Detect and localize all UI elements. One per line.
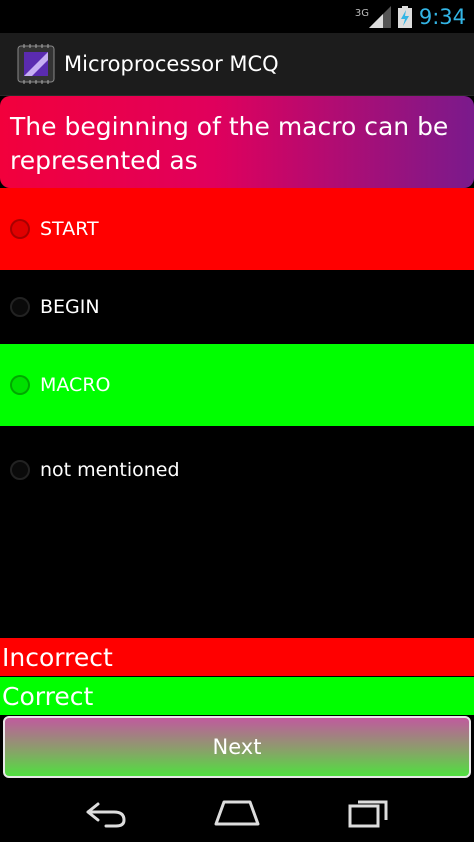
status-bar: 3G 9:34: [0, 0, 474, 33]
radio-button[interactable]: [10, 297, 30, 317]
question-text: The beginning of the macro can be repres…: [0, 96, 474, 188]
clock-time: 9:34: [418, 5, 466, 29]
action-bar: Microprocessor MCQ: [0, 33, 474, 96]
option-label: MACRO: [40, 374, 111, 396]
navigation-bar: [0, 780, 474, 842]
battery-charging-icon: [397, 6, 413, 28]
next-button[interactable]: Next: [3, 716, 471, 778]
option-not-mentioned[interactable]: not mentioned: [0, 432, 474, 508]
correct-result-label: Correct: [0, 677, 474, 715]
app-title: Microprocessor MCQ: [64, 52, 279, 76]
option-macro[interactable]: MACRO: [0, 344, 474, 426]
home-icon[interactable]: [212, 794, 262, 830]
status-icons: 3G 9:34: [355, 2, 466, 32]
radio-button[interactable]: [10, 219, 30, 239]
option-label: not mentioned: [40, 459, 180, 481]
option-start[interactable]: START: [0, 188, 474, 270]
recent-apps-icon[interactable]: [344, 794, 394, 830]
radio-button[interactable]: [10, 375, 30, 395]
option-label: START: [40, 218, 99, 240]
app-chip-icon[interactable]: [16, 44, 56, 84]
signal-icon: 3G: [355, 6, 391, 28]
back-icon[interactable]: [80, 794, 130, 830]
option-begin[interactable]: BEGIN: [0, 270, 474, 344]
radio-button[interactable]: [10, 460, 30, 480]
incorrect-result-label: Incorrect: [0, 638, 474, 676]
network-type: 3G: [354, 8, 369, 19]
option-label: BEGIN: [40, 296, 100, 318]
